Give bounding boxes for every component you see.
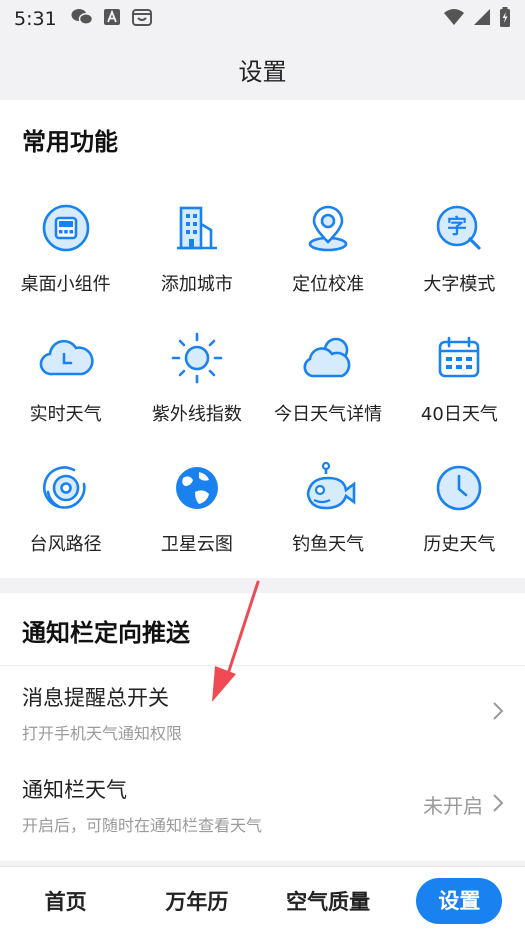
feature-item-fishing[interactable]: 钓鱼天气 [263,452,394,582]
feature-grid: 桌面小组件 添加城市 定位校准 字 大字模式 实时天气 紫外线指数 今日天气详情… [0,192,525,582]
common-features-card: 常用功能 桌面小组件 添加城市 定位校准 字 大字模式 实时天气 紫外线指数 今… [0,100,525,578]
feature-item-40-day[interactable]: 40日天气 [394,322,525,452]
feature-label: 历史天气 [423,534,496,555]
tab-label: 空气质量 [286,890,371,914]
feature-item-widget[interactable]: 桌面小组件 [0,192,131,322]
feature-label: 卫星云图 [160,534,233,555]
feature-label: 大字模式 [423,274,496,295]
common-features-title: 常用功能 [22,128,118,156]
chevron-right-icon [493,794,504,812]
cloud-clock-icon [38,330,94,386]
row-message-master-switch[interactable]: 消息提醒总开关 打开手机天气通知权限 [0,666,525,758]
city-building-icon [169,200,225,256]
chevron-right-icon [493,702,504,720]
tab-calendar[interactable]: 万年历 [131,867,262,935]
sun-cloud-icon [300,330,356,386]
sun-icon [169,330,225,386]
row-title: 通知栏天气 [22,778,127,802]
feature-item-uv-index[interactable]: 紫外线指数 [131,322,262,452]
svg-text:字: 字 [447,214,467,238]
a-badge-icon [103,8,121,30]
feature-label: 钓鱼天气 [292,534,365,555]
wifi-icon [443,8,465,30]
feature-label: 台风路径 [29,534,102,555]
feature-item-big-font[interactable]: 字 大字模式 [394,192,525,322]
row-status-value: 未开启 [423,794,483,818]
battery-charging-icon [499,7,511,31]
location-pin-icon [300,200,356,256]
tab-settings[interactable]: 设置 [394,867,525,935]
signal-icon [473,8,491,30]
big-font-icon: 字 [431,200,487,256]
feature-label: 添加城市 [160,274,233,295]
page-title: 设置 [238,57,287,86]
widget-icon [38,200,94,256]
feature-item-realtime-weather[interactable]: 实时天气 [0,322,131,452]
feature-label: 今日天气详情 [274,404,383,425]
tab-label: 万年历 [165,890,229,914]
tab-home[interactable]: 首页 [0,867,131,935]
status-bar: 5:31 [0,0,525,38]
row-subtitle: 打开手机天气通知权限 [22,724,183,743]
fish-icon [300,460,356,516]
wechat-icon [71,8,93,30]
feature-label: 定位校准 [292,274,365,295]
bottom-nav: 首页 万年历 空气质量 设置 [0,866,525,935]
clock-icon [431,460,487,516]
feature-item-satellite[interactable]: 卫星云图 [131,452,262,582]
feature-label: 紫外线指数 [151,404,242,425]
feature-item-history[interactable]: 历史天气 [394,452,525,582]
cart-app-icon [131,7,153,31]
calendar-icon [431,330,487,386]
typhoon-icon [38,460,94,516]
feature-item-location[interactable]: 定位校准 [263,192,394,322]
status-time: 5:31 [14,8,57,30]
feature-item-add-city[interactable]: 添加城市 [131,192,262,322]
globe-icon [169,460,225,516]
notify-title: 通知栏定向推送 [22,619,190,647]
row-title: 消息提醒总开关 [22,686,169,710]
feature-label: 40日天气 [420,404,498,425]
feature-label: 实时天气 [29,404,102,425]
tab-label: 设置 [416,878,503,924]
feature-label: 桌面小组件 [20,274,111,295]
row-notification-weather[interactable]: 通知栏天气 开启后，可随时在通知栏查看天气 未开启 [0,758,525,850]
tab-air-quality[interactable]: 空气质量 [263,867,394,935]
feature-item-today-detail[interactable]: 今日天气详情 [263,322,394,452]
feature-item-typhoon[interactable]: 台风路径 [0,452,131,582]
tab-label: 首页 [44,890,87,914]
notify-card: 通知栏定向推送 消息提醒总开关 打开手机天气通知权限 通知栏天气 开启后，可随时… [0,593,525,861]
row-subtitle: 开启后，可随时在通知栏查看天气 [22,816,263,835]
title-bar: 设置 [0,38,525,100]
